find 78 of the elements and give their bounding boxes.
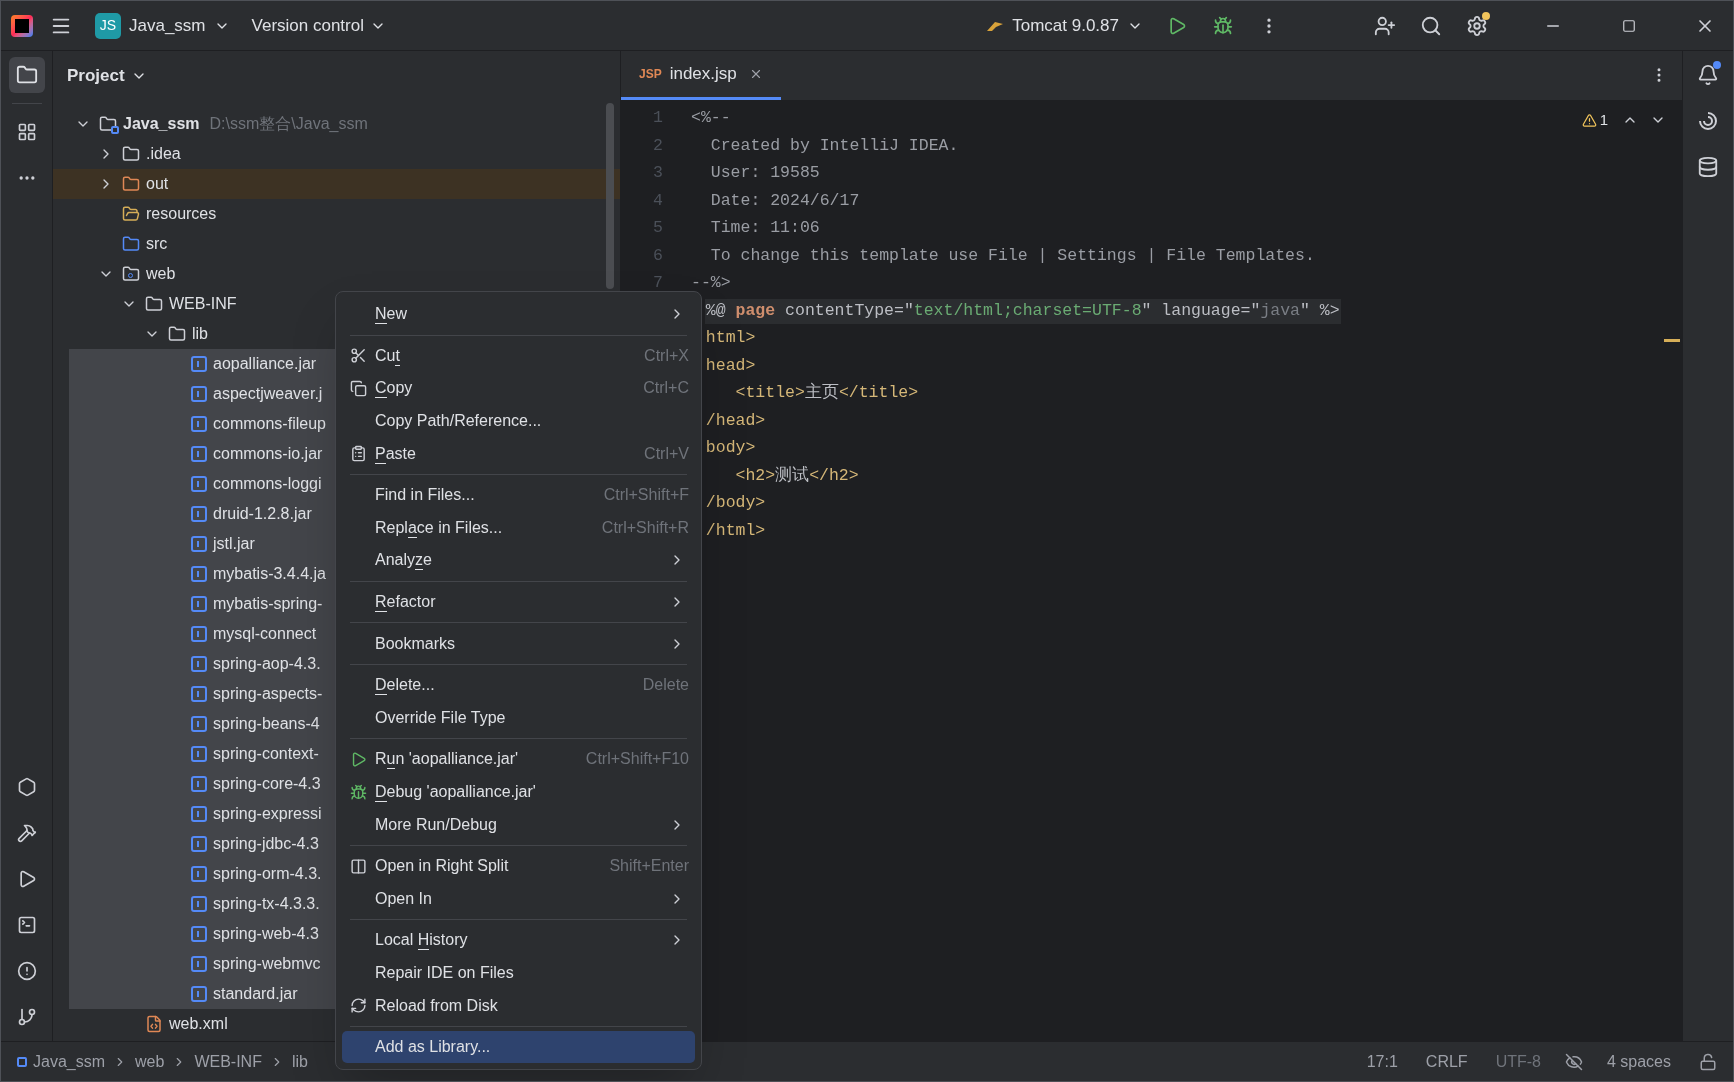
menu-label: Cut [375,344,400,368]
menu-label: Replace in Files... [375,516,503,540]
code-line: /html> [704,519,767,542]
menu-label: Paste [375,442,416,466]
code-line: Time: 11:06 [709,217,821,240]
tree-label: spring-context- [213,744,319,764]
tree-label: out [146,174,169,194]
tree-label: druid-1.2.8.jar [213,504,312,524]
tree-label: commons-io.jar [213,444,323,464]
shortcut: Delete [642,675,689,696]
code-line: To change this template use File | Settings | File Templates. [709,244,1316,267]
tree-label: .idea [146,144,181,164]
tree-label: src [146,234,168,254]
tree-label: spring-orm-4.3. [213,864,322,884]
tree-label: mysql-connect [213,624,317,644]
module-path: D:\ssm整合\Java_ssm [209,114,368,134]
tree-label: WEB-INF [169,294,237,314]
shortcut: Ctrl+C [643,378,689,399]
menu-label: New [375,303,407,327]
menu-label: Delete... [375,674,435,698]
tree-label: spring-core-4.3 [213,774,321,794]
tree-label: spring-tx-4.3.3. [213,894,320,914]
tree-label: spring-expressi [213,804,322,824]
code-line: /body> [704,492,767,515]
tab-label: index.jsp [669,62,737,85]
shortcut: Ctrl+V [644,443,689,464]
tree-label: lib [192,324,208,344]
menu-label: Copy Path/Reference... [375,411,542,432]
code-line: head> [704,354,757,377]
code-line: /head> [704,409,767,432]
shortcut: Shift+Enter [609,856,689,877]
menu-label: Refactor [375,591,436,615]
menu-label: Analyze [375,549,432,573]
tree-label: mybatis-spring- [213,594,323,614]
code-line: User: 19585 [709,162,821,185]
tree-label: spring-web-4.3 [213,924,319,944]
tree-label: spring-beans-4 [213,714,320,734]
tree-label: spring-aspects- [213,684,323,704]
menu-label: Debug 'aopalliance.jar' [375,780,536,804]
menu-label: Run 'aopalliance.jar' [375,748,519,772]
tree-label: spring-aop-4.3. [213,654,321,674]
shortcut: Ctrl+Shift+F10 [585,749,689,770]
tree-label: commons-fileup [213,414,326,434]
code-line: <%-- [690,107,732,130]
tree-label: web [146,264,176,284]
tree-label: aopalliance.jar [213,354,317,374]
menu-label: Open in Right Split [375,856,509,877]
code-line: html> [704,327,757,350]
shortcut: Ctrl+Shift+F [603,485,689,506]
tree-label: Java_ssm [123,114,200,134]
menu-label: Repair IDE on Files [375,963,514,983]
menu-label: Open In [375,888,432,909]
menu-label: Bookmarks [375,633,456,654]
tree-label: commons-loggi [213,474,322,494]
menu-label: Find in Files... [375,485,475,506]
menu-label: Copy [375,377,413,401]
tree-label: jstl.jar [213,534,255,554]
menu-label: Override File Type [375,707,506,728]
tree-label: resources [146,204,217,224]
code-line: Created by IntelliJ IDEA. [709,134,960,157]
tree-label: spring-jdbc-4.3 [213,834,319,854]
menu-label: Local History [375,929,468,953]
tree-label: web.xml [169,1014,228,1034]
menu-label: Reload from Disk [375,995,498,1016]
shortcut: Ctrl+Shift+R [601,517,689,538]
code-line: <h2>测试</h2> [734,464,860,487]
tree-label: standard.jar [213,984,298,1004]
shortcut: Ctrl+X [644,345,689,366]
tree-label: mybatis-3.4.4.ja [213,564,326,584]
menu-label: Add as Library... [375,1037,491,1058]
code-line: <title>主页</title> [734,381,920,405]
tree-label: spring-webmvc [213,954,321,974]
code-line: Date: 2024/6/17 [709,189,861,212]
jsp-file-icon: JSP [639,64,662,83]
menu-label: More Run/Debug [375,814,497,835]
code-line: --%> [690,272,732,295]
code-line: body> [704,437,757,460]
tree-label: aspectjweaver.j [213,384,323,404]
